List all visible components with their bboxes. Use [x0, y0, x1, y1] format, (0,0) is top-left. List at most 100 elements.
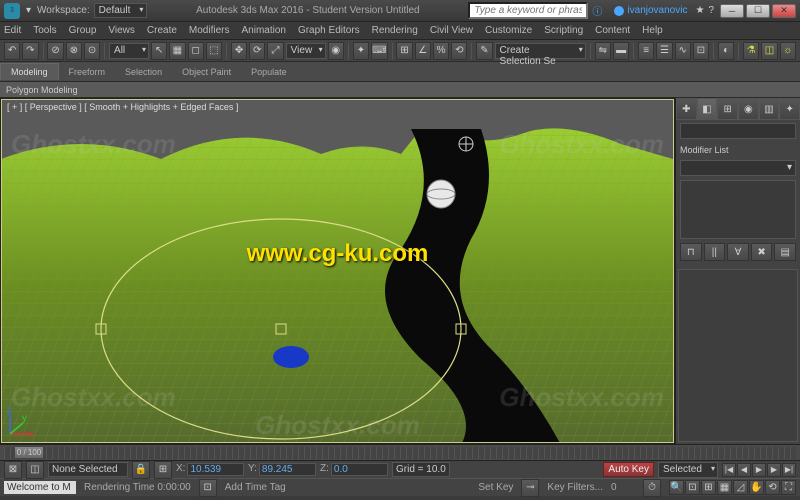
- pivot-button[interactable]: ◉: [328, 42, 344, 60]
- zoom-extents-button[interactable]: ⊞: [701, 480, 716, 495]
- align-button[interactable]: ▬: [613, 42, 629, 60]
- pan-button[interactable]: ✋: [749, 480, 764, 495]
- create-tab[interactable]: ✚: [676, 98, 697, 120]
- render-frame-button[interactable]: ◫: [761, 42, 777, 60]
- fov-button[interactable]: ◿: [733, 480, 748, 495]
- lock-selection-button[interactable]: ⊠: [4, 461, 22, 479]
- scale-button[interactable]: ⤢: [267, 42, 283, 60]
- viewport-perspective[interactable]: [ + ] [ Perspective ] [ Smooth + Highlig…: [0, 98, 675, 444]
- link-button[interactable]: ⊘: [47, 42, 63, 60]
- viewport-label[interactable]: [ + ] [ Perspective ] [ Smooth + Highlig…: [7, 102, 238, 112]
- goto-start-button[interactable]: |◀: [722, 463, 736, 477]
- key-filters-button[interactable]: Key Filters...: [547, 482, 603, 493]
- scene-explorer-button[interactable]: ☰: [656, 42, 672, 60]
- timeline[interactable]: 0 / 100: [0, 444, 800, 460]
- menu-edit[interactable]: Edit: [4, 25, 21, 36]
- motion-tab[interactable]: ◉: [738, 98, 759, 120]
- key-mode-combo[interactable]: Selected: [658, 462, 718, 478]
- play-button[interactable]: ▶: [752, 463, 766, 477]
- redo-button[interactable]: ↷: [22, 42, 38, 60]
- time-tag-button[interactable]: ⊡: [199, 479, 217, 497]
- menu-help[interactable]: Help: [642, 25, 663, 36]
- mirror-button[interactable]: ⇋: [595, 42, 611, 60]
- utilities-tab[interactable]: ✦: [779, 98, 800, 120]
- named-selection-combo[interactable]: Create Selection Se: [495, 43, 586, 59]
- menu-civilview[interactable]: Civil View: [430, 25, 473, 36]
- render-button[interactable]: ☼: [780, 42, 796, 60]
- user-menu[interactable]: ivanjovanovic: [614, 5, 687, 16]
- menu-customize[interactable]: Customize: [485, 25, 532, 36]
- search-input[interactable]: [468, 2, 588, 19]
- render-setup-button[interactable]: ⚗: [743, 42, 759, 60]
- show-end-button[interactable]: ||: [704, 243, 726, 261]
- modifier-stack[interactable]: [680, 180, 796, 239]
- minimize-button[interactable]: ─: [720, 4, 744, 18]
- key-mode-button[interactable]: ⊸: [521, 479, 539, 497]
- time-config-button[interactable]: ⏱: [643, 479, 661, 497]
- display-tab[interactable]: ▥: [759, 98, 780, 120]
- ribbon-modeling[interactable]: Modeling: [0, 63, 59, 80]
- next-frame-button[interactable]: ▶: [767, 463, 781, 477]
- unique-button[interactable]: ∀: [727, 243, 749, 261]
- setkey-button[interactable]: Set Key: [478, 482, 513, 493]
- select-name-button[interactable]: ▦: [169, 42, 185, 60]
- menu-group[interactable]: Group: [69, 25, 97, 36]
- close-button[interactable]: ✕: [772, 4, 796, 18]
- maximize-button[interactable]: ☐: [746, 4, 770, 18]
- select-region-button[interactable]: ◻: [188, 42, 204, 60]
- workspace-combo[interactable]: Default: [94, 3, 148, 18]
- info-icon[interactable]: ⓘ: [592, 3, 602, 18]
- manipulate-button[interactable]: ✦: [353, 42, 369, 60]
- time-tag-label[interactable]: Add Time Tag: [225, 482, 286, 493]
- menu-create[interactable]: Create: [147, 25, 177, 36]
- favorite-icon[interactable]: ★: [695, 5, 704, 16]
- snap-toggle-button[interactable]: ⊞: [396, 42, 412, 60]
- menu-animation[interactable]: Animation: [241, 25, 285, 36]
- x-field[interactable]: 10.539: [187, 463, 244, 476]
- material-editor-button[interactable]: ◐: [718, 42, 734, 60]
- orbit-button[interactable]: ⟲: [765, 480, 780, 495]
- unlink-button[interactable]: ⊗: [66, 42, 82, 60]
- goto-end-button[interactable]: ▶|: [782, 463, 796, 477]
- help-icon[interactable]: ?: [708, 5, 714, 16]
- prev-frame-button[interactable]: ◀: [737, 463, 751, 477]
- menu-scripting[interactable]: Scripting: [544, 25, 583, 36]
- menu-content[interactable]: Content: [595, 25, 630, 36]
- time-slider[interactable]: 0 / 100: [14, 446, 44, 459]
- move-button[interactable]: ✥: [231, 42, 247, 60]
- window-crossing-button[interactable]: ⬚: [206, 42, 222, 60]
- angle-snap-button[interactable]: ∠: [415, 42, 431, 60]
- maxscript-prompt[interactable]: Welcome to M: [4, 481, 76, 494]
- transform-type-button[interactable]: ⊞: [154, 461, 172, 479]
- zoom-button[interactable]: 🔍: [669, 480, 684, 495]
- menu-modifiers[interactable]: Modifiers: [189, 25, 230, 36]
- menu-rendering[interactable]: Rendering: [372, 25, 418, 36]
- hierarchy-tab[interactable]: ⊞: [717, 98, 738, 120]
- y-field[interactable]: 89.245: [259, 463, 316, 476]
- ribbon-freeform[interactable]: Freeform: [59, 64, 116, 80]
- selection-set-edit-button[interactable]: ✎: [476, 42, 492, 60]
- z-field[interactable]: 0.0: [331, 463, 388, 476]
- keyboard-shortcut-button[interactable]: ⌨: [371, 42, 387, 60]
- layer-button[interactable]: ≡: [638, 42, 654, 60]
- curve-editor-button[interactable]: ∿: [675, 42, 691, 60]
- modifier-list-combo[interactable]: [680, 160, 796, 176]
- selection-lock-button[interactable]: 🔒: [132, 461, 150, 479]
- rotate-button[interactable]: ⟳: [249, 42, 265, 60]
- schematic-button[interactable]: ⊡: [693, 42, 709, 60]
- selection-filter[interactable]: All: [109, 43, 149, 59]
- spinner-snap-button[interactable]: ⟲: [451, 42, 467, 60]
- pin-stack-button[interactable]: ⊓: [680, 243, 702, 261]
- autokey-button[interactable]: Auto Key: [603, 462, 654, 477]
- undo-button[interactable]: ↶: [4, 42, 20, 60]
- ribbon-populate[interactable]: Populate: [241, 64, 297, 80]
- menu-arrow-icon[interactable]: ▾: [26, 5, 31, 16]
- configure-button[interactable]: ▤: [774, 243, 796, 261]
- modify-tab[interactable]: ◧: [697, 98, 718, 120]
- percent-snap-button[interactable]: %: [433, 42, 449, 60]
- select-button[interactable]: ↖: [151, 42, 167, 60]
- menu-tools[interactable]: Tools: [33, 25, 56, 36]
- bind-button[interactable]: ⊙: [84, 42, 100, 60]
- menu-views[interactable]: Views: [108, 25, 135, 36]
- ref-coord-combo[interactable]: View: [286, 43, 326, 59]
